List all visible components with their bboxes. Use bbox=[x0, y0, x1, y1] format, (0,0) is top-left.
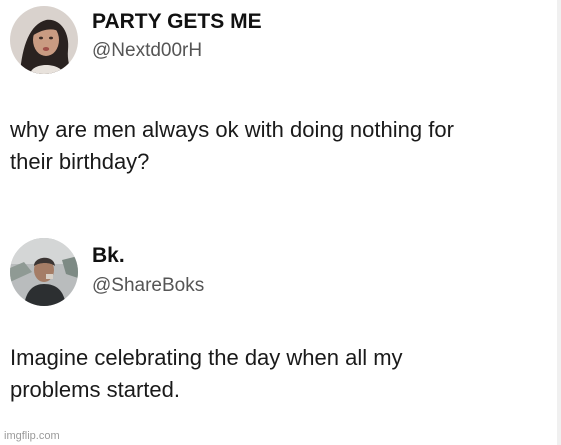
tweet-text: Imagine celebrating the day when all my … bbox=[10, 342, 550, 406]
right-edge-divider bbox=[557, 0, 561, 445]
imgflip-watermark: imgflip.com bbox=[4, 430, 60, 442]
profile-photo-woman-icon bbox=[10, 6, 78, 74]
profile-photo-man-icon bbox=[10, 238, 78, 306]
tweet-text-line: Imagine celebrating the day when all my bbox=[10, 345, 403, 370]
tweet-text-line: their birthday? bbox=[10, 149, 150, 174]
avatar-bk[interactable] bbox=[10, 238, 78, 306]
username-handle[interactable]: @ShareBoks bbox=[92, 275, 204, 297]
screenshot-frame: PARTY GETS ME @Nextd00rH why are men alw… bbox=[0, 0, 561, 445]
display-name[interactable]: PARTY GETS ME bbox=[92, 10, 262, 34]
tweet-text-line: why are men always ok with doing nothing… bbox=[10, 117, 454, 142]
display-name[interactable]: Bk. bbox=[92, 244, 125, 268]
tweet-text: why are men always ok with doing nothing… bbox=[10, 114, 550, 178]
tweet-text-line: problems started. bbox=[10, 377, 180, 402]
avatar-party-gets-me[interactable] bbox=[10, 6, 78, 74]
username-handle[interactable]: @Nextd00rH bbox=[92, 40, 202, 62]
